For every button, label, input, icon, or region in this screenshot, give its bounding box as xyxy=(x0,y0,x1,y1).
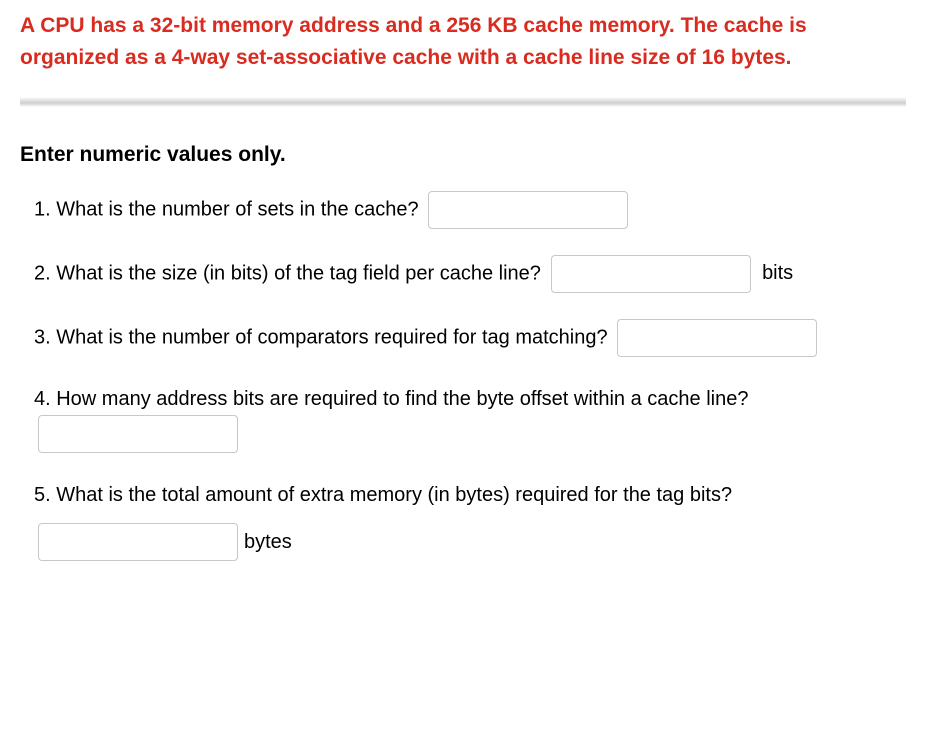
answer-input-1[interactable] xyxy=(428,191,628,229)
question-4: 4. How many address bits are required to… xyxy=(20,383,906,453)
answer-input-5[interactable] xyxy=(38,523,238,561)
question-3: 3. What is the number of comparators req… xyxy=(20,319,906,357)
question-2: 2. What is the size (in bits) of the tag… xyxy=(20,255,906,293)
question-4-text: 4. How many address bits are required to… xyxy=(34,388,748,410)
question-5-text: 5. What is the total amount of extra mem… xyxy=(34,484,732,506)
page-container: A CPU has a 32-bit memory address and a … xyxy=(0,0,926,740)
question-1: 1. What is the number of sets in the cac… xyxy=(20,191,906,229)
question-3-text: 3. What is the number of comparators req… xyxy=(34,326,608,348)
problem-statement: A CPU has a 32-bit memory address and a … xyxy=(20,10,906,73)
instruction-text: Enter numeric values only. xyxy=(20,143,906,167)
answer-input-2[interactable] xyxy=(551,255,751,293)
question-5-answer-row: bytes xyxy=(34,523,906,561)
question-2-text: 2. What is the size (in bits) of the tag… xyxy=(34,262,541,284)
answer-input-3[interactable] xyxy=(617,319,817,357)
question-5-unit: bytes xyxy=(244,526,292,558)
section-divider xyxy=(20,97,906,107)
question-1-text: 1. What is the number of sets in the cac… xyxy=(34,198,419,220)
answer-input-4[interactable] xyxy=(38,415,238,453)
question-2-unit: bits xyxy=(762,262,793,284)
question-5: 5. What is the total amount of extra mem… xyxy=(20,479,906,561)
